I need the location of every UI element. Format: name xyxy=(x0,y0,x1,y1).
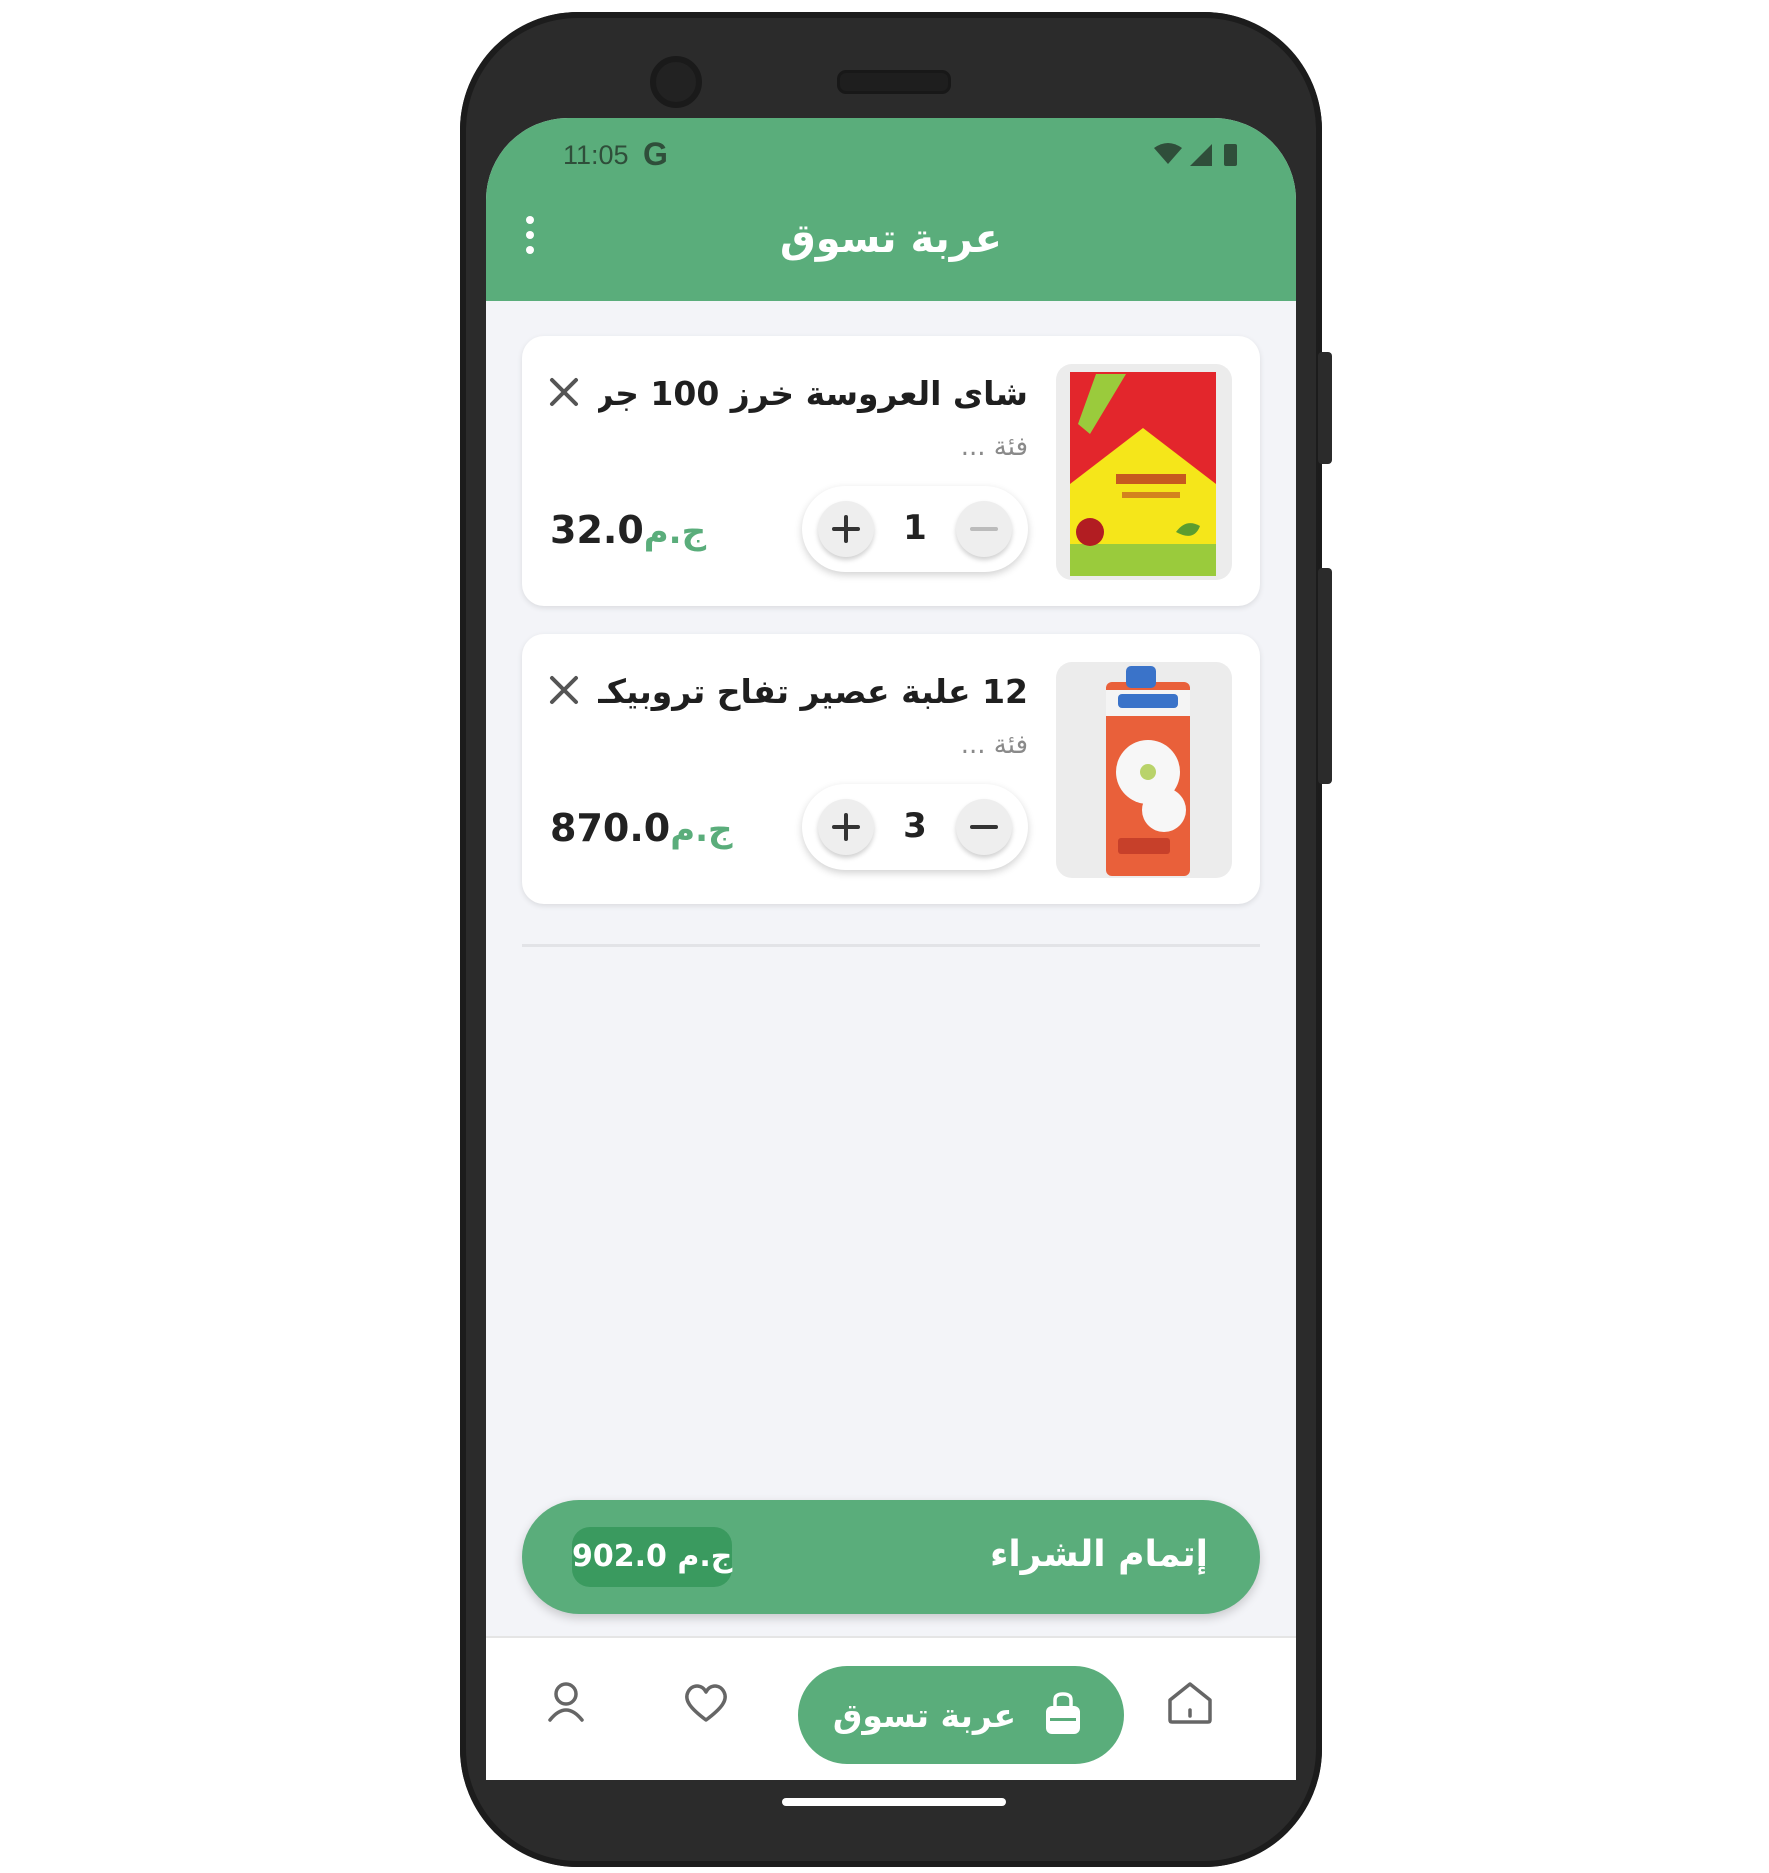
product-category: فئة ... xyxy=(960,730,1028,760)
carrier-icon: G xyxy=(643,136,668,172)
juice-carton-icon xyxy=(1106,666,1190,876)
power-button xyxy=(1318,352,1332,464)
signal-icon xyxy=(1190,144,1212,166)
tea-pack-icon xyxy=(1070,372,1216,576)
product-category: فئة ... xyxy=(960,432,1028,462)
nav-cart-tab[interactable]: عربة تسوق xyxy=(798,1666,1124,1764)
cart-item-card: شاى العروسة خرز 100 جرام فئة ... ج.م32.0… xyxy=(522,336,1260,606)
bottom-navigation: عربة تسوق xyxy=(486,1636,1296,1780)
heart-icon[interactable] xyxy=(678,1674,734,1730)
volume-button xyxy=(1318,568,1332,784)
quantity-stepper: 1 xyxy=(802,486,1028,572)
checkout-label: إتمام الشراء xyxy=(989,1534,1208,1575)
total-badge: ج.م 902.0 xyxy=(572,1527,732,1587)
price-value: 32.0 xyxy=(550,508,644,552)
product-image xyxy=(1056,662,1232,878)
item-price: ج.م32.0 xyxy=(550,508,712,552)
list-divider xyxy=(522,944,1260,947)
currency-label: ج.م xyxy=(670,810,733,850)
app-bar: 11:05 G عربة تسوق xyxy=(486,118,1296,301)
currency-label: ج.م xyxy=(643,512,707,552)
status-icons xyxy=(1154,143,1237,166)
decrease-quantity-button[interactable] xyxy=(956,799,1012,855)
nav-cart-label: عربة تسوق xyxy=(832,1696,1016,1735)
decrease-quantity-button[interactable] xyxy=(956,501,1012,557)
home-icon[interactable] xyxy=(1162,1674,1218,1730)
minus-icon xyxy=(970,825,998,829)
shopping-bag-icon xyxy=(1046,1692,1080,1734)
phone-frame: 11:05 G عربة تسوق شاى العروسة خرز 100 جر… xyxy=(460,12,1332,1867)
checkout-button[interactable]: ج.م 902.0 إتمام الشراء xyxy=(522,1500,1260,1614)
status-time: 11:05 xyxy=(563,140,629,170)
earpiece-speaker xyxy=(837,70,951,94)
product-image xyxy=(1056,364,1232,580)
product-name: 12 علبة عصير تفاح تروبيكـ... xyxy=(598,672,1028,711)
wifi-icon xyxy=(1154,143,1182,164)
quantity-stepper: 3 xyxy=(802,784,1028,870)
profile-icon[interactable] xyxy=(538,1674,594,1730)
front-camera xyxy=(650,56,702,108)
minus-icon xyxy=(970,527,998,531)
battery-icon xyxy=(1224,144,1237,166)
remove-item-icon[interactable] xyxy=(546,672,582,708)
screen: 11:05 G عربة تسوق شاى العروسة خرز 100 جر… xyxy=(486,118,1296,1780)
item-price: ج.م870.0 xyxy=(550,806,739,850)
cart-item-card: 12 علبة عصير تفاح تروبيكـ... فئة ... ج.م… xyxy=(522,634,1260,904)
product-name: شاى العروسة خرز 100 جرام xyxy=(598,374,1028,413)
home-indicator[interactable] xyxy=(782,1798,1006,1806)
total-value: 902.0 xyxy=(572,1539,667,1574)
total-currency: ج.م xyxy=(677,1539,733,1574)
remove-item-icon[interactable] xyxy=(546,374,582,410)
price-value: 870.0 xyxy=(550,806,671,850)
page-title: عربة تسوق xyxy=(780,216,1002,262)
